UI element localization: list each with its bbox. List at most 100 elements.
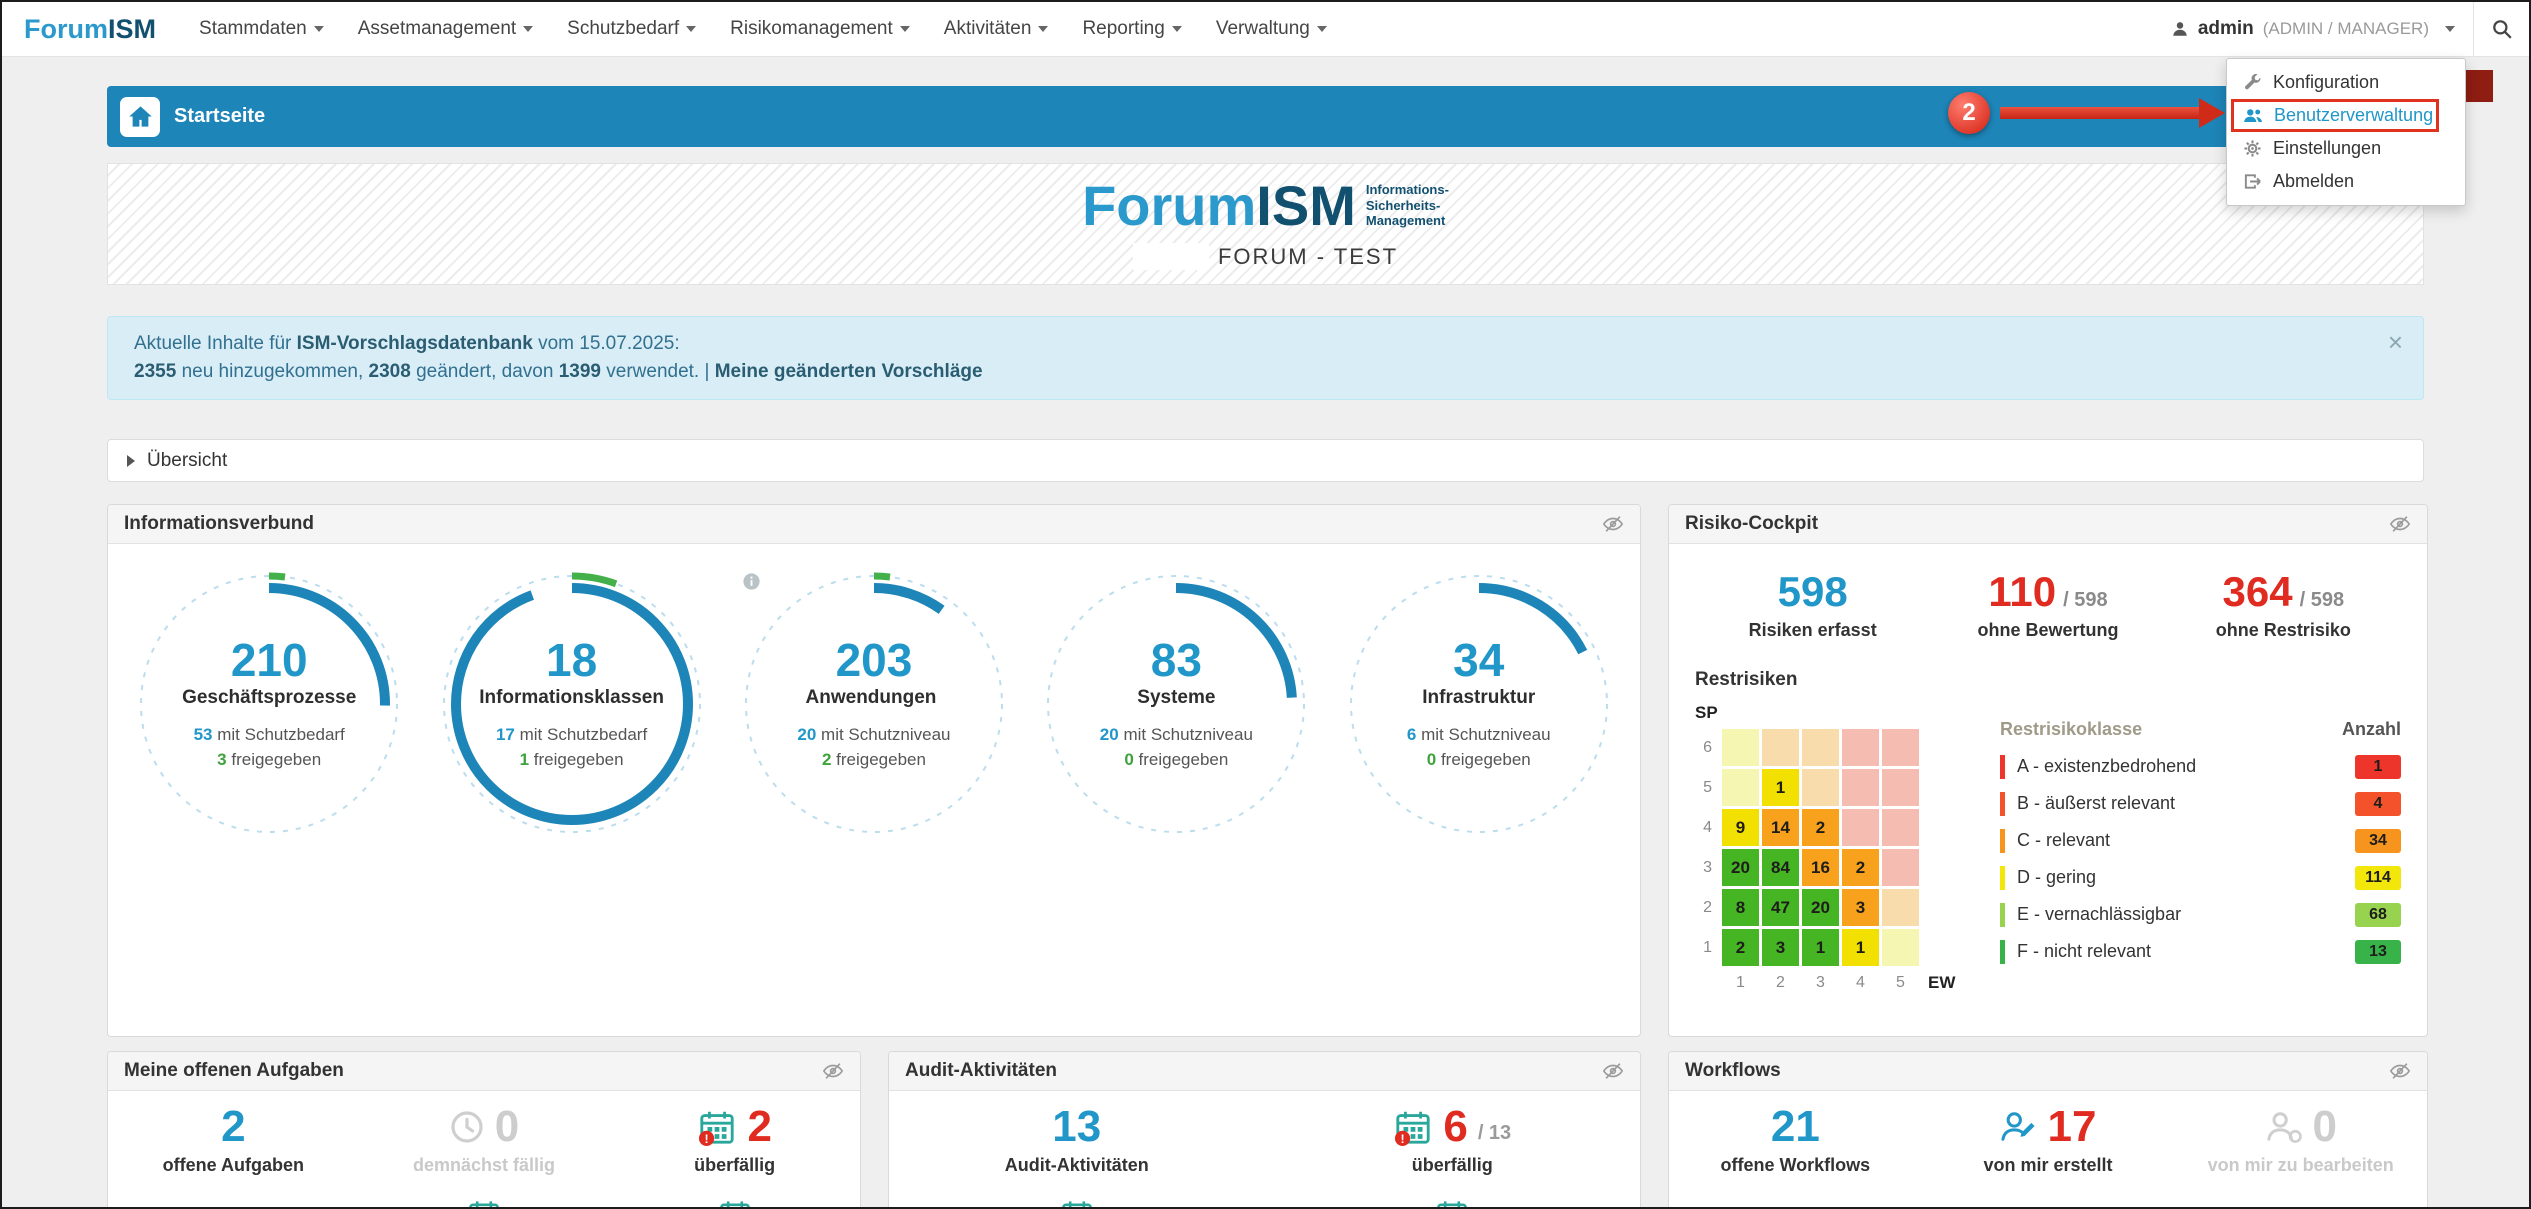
audit-body: 13 Audit-Aktivitäten !6/ 13 überfällig	[889, 1091, 1640, 1209]
risk-matrix-cell: 1	[1842, 929, 1879, 966]
stat-audit-aktivit-ten: 13 Audit-Aktivitäten	[889, 1103, 1265, 1176]
nav-item-stammdaten[interactable]: Stammdaten	[182, 2, 341, 56]
chevron-down-icon	[2445, 26, 2455, 32]
nav-item-schutzbedarf[interactable]: Schutzbedarf	[550, 2, 713, 56]
nav-item-label: Reporting	[1082, 18, 1164, 40]
risk-matrix-cell	[1842, 769, 1879, 806]
chevron-down-icon	[1172, 26, 1182, 32]
legend-header: Restrisikoklasse Anzahl	[2000, 719, 2401, 740]
stat-offene-workflows: 21 offene Workflows	[1669, 1103, 1922, 1176]
calendar-icon	[1434, 1198, 1470, 1209]
hero-subtitle-row: FORUM - TEST	[1133, 243, 1398, 270]
risk-matrix-cell: 8	[1722, 889, 1759, 926]
nav-item-aktivit-ten[interactable]: Aktivitäten	[927, 2, 1066, 56]
home-icon[interactable]	[120, 97, 160, 137]
ring-anwendungen: 203 Anwendungen 20 mit Schutzniveau 2 fr…	[742, 572, 1006, 836]
legend-count-badge: 114	[2355, 866, 2401, 890]
app-logo[interactable]: ForumISM	[24, 14, 156, 45]
risk-matrix-cell: 84	[1762, 849, 1799, 886]
top-navbar: ForumISM StammdatenAssetmanagementSchutz…	[2, 2, 2529, 57]
panel-meine-offenen-aufgaben: Meine offenen Aufgaben 2 offene Aufgaben…	[107, 1051, 861, 1209]
matrix-row-label: 4	[1695, 819, 1719, 837]
eye-slash-icon[interactable]	[2389, 513, 2411, 535]
legend-count-badge: 34	[2355, 829, 2401, 853]
ring-label: Anwendungen	[806, 687, 943, 709]
ring-stat-freigegeben: 1 freigegeben	[496, 747, 647, 772]
chevron-down-icon	[1317, 26, 1327, 32]
ring-stat-schutz: 20 mit Schutzniveau	[1100, 722, 1253, 747]
svg-text:!: !	[705, 1132, 709, 1146]
risk-matrix-cell: 3	[1762, 929, 1799, 966]
chevron-down-icon	[314, 26, 324, 32]
ring-value: 203	[836, 636, 913, 684]
nav-item-label: Aktivitäten	[944, 18, 1032, 40]
risk-matrix-cell	[1842, 809, 1879, 846]
matrix-col-label: 2	[1762, 970, 1799, 992]
stat-demn-chst-f-llig: 0 demnächst fällig	[359, 1103, 610, 1176]
risk-matrix-cell: 20	[1722, 849, 1759, 886]
ring-value: 18	[546, 636, 597, 684]
ring-value: 210	[231, 636, 308, 684]
chevron-down-icon	[523, 26, 533, 32]
ring-stat-freigegeben: 2 freigegeben	[797, 747, 950, 772]
menu-item-benutzerverwaltung[interactable]: Benutzerverwaltung	[2227, 99, 2465, 132]
panel-title: Workflows	[1685, 1060, 1781, 1082]
ring-systeme: 83 Systeme 20 mit Schutzniveau 0 freigeg…	[1044, 572, 1308, 836]
clock-icon	[449, 1109, 485, 1145]
panel-informationsverbund-header: Informationsverbund	[108, 505, 1640, 544]
legend-rows: A - existenzbedrohend 1 B - äußerst rele…	[2000, 748, 2401, 970]
risk-matrix-cell	[1802, 729, 1839, 766]
ring-stat-schutz: 17 mit Schutzbedarf	[496, 722, 647, 747]
menu-item-label: Einstellungen	[2273, 138, 2381, 159]
stat-von-mir-erstellt: 17 von mir erstellt	[1922, 1103, 2175, 1176]
menu-item-konfiguration[interactable]: Konfiguration	[2227, 66, 2465, 99]
calendar-icon	[1059, 1198, 1095, 1209]
alert-link-vorschlaege[interactable]: Meine geänderten Vorschläge	[715, 361, 983, 382]
alert-link[interactable]: ISM-Vorschlagsdatenbank	[297, 333, 533, 354]
user-menu-items: Konfiguration Benutzerverwaltung Einstellu…	[2227, 66, 2465, 198]
eye-slash-icon[interactable]	[822, 1060, 844, 1082]
logout-icon	[2243, 172, 2262, 191]
uebersicht-toggle[interactable]: Übersicht	[107, 439, 2424, 482]
nav-item-reporting[interactable]: Reporting	[1065, 2, 1198, 56]
eye-slash-icon[interactable]	[1602, 1060, 1624, 1082]
svg-text:!: !	[1401, 1132, 1405, 1146]
calendar-alert-icon: !	[1393, 1108, 1433, 1146]
eye-slash-icon[interactable]	[1602, 513, 1624, 535]
nav-item-verwaltung[interactable]: Verwaltung	[1199, 2, 1344, 56]
legend-row: A - existenzbedrohend 1	[2000, 748, 2401, 785]
user-icon	[2264, 1110, 2302, 1144]
matrix-row-label: 3	[1695, 859, 1719, 877]
legend-color-bar	[2000, 792, 2005, 816]
close-icon[interactable]: ×	[2388, 329, 2403, 355]
nav-item-label: Risikomanagement	[730, 18, 893, 40]
matrix-y-axis-label: SP	[1695, 703, 1964, 723]
risk-matrix-grid: 651491423208416228472031231112345EW	[1695, 729, 1964, 993]
user-edit-icon	[2000, 1110, 2038, 1144]
ring-informationsklassen: 18 Informationsklassen 17 mit Schutzbeda…	[440, 572, 704, 836]
ring-label: Infrastruktur	[1422, 687, 1535, 709]
risk-matrix-cell	[1802, 769, 1839, 806]
menu-item-abmelden[interactable]: Abmelden	[2227, 165, 2465, 198]
hero-logo: ForumISM	[1082, 178, 1356, 234]
calendar-icon	[717, 1198, 753, 1209]
search-button[interactable]	[2473, 2, 2529, 56]
risiko-cockpit-body: 598 Risiken erfasst110/ 598 ohne Bewertu…	[1669, 544, 2427, 993]
risk-matrix-cell: 3	[1842, 889, 1879, 926]
risk-matrix-cell	[1882, 769, 1919, 806]
risk-matrix-cell: 16	[1802, 849, 1839, 886]
restrisiken-heading: Restrisiken	[1695, 669, 2401, 691]
eye-slash-icon[interactable]	[2389, 1060, 2411, 1082]
nav-item-risikomanagement[interactable]: Risikomanagement	[713, 2, 927, 56]
matrix-row-label: 5	[1695, 779, 1719, 797]
menu-item-einstellungen[interactable]: Einstellungen	[2227, 132, 2465, 165]
ring-stat-schutz: 53 mit Schutzbedarf	[194, 722, 345, 747]
risk-matrix-cell: 2	[1722, 929, 1759, 966]
rc-stat-risiken-erfasst: 598 Risiken erfasst	[1695, 570, 1930, 641]
user-menu-trigger[interactable]: admin (ADMIN / MANAGER)	[2153, 2, 2473, 56]
user-dropdown-menu: Konfiguration Benutzerverwaltung Einstellu…	[2226, 58, 2466, 206]
nav-item-assetmanagement[interactable]: Assetmanagement	[341, 2, 550, 56]
workflows-body: 21 offene Workflows 17 von mir erstellt …	[1669, 1091, 2427, 1176]
hero-subtitle: FORUM - TEST	[1218, 244, 1398, 270]
menu-item-label: Konfiguration	[2273, 72, 2379, 93]
